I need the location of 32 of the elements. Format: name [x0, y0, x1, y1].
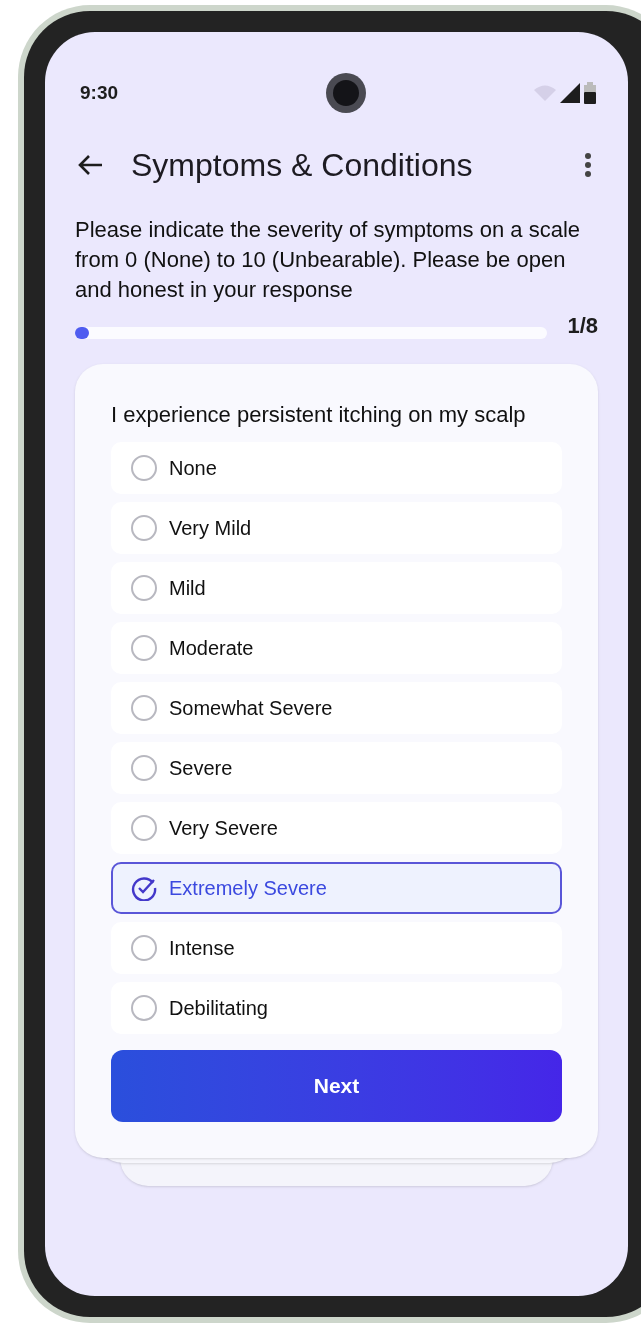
radio-icon [131, 635, 157, 661]
progress-reading: 1/8 [567, 312, 598, 340]
radio-icon [131, 575, 157, 601]
radio-icon [131, 815, 157, 841]
check-circle-icon [131, 875, 157, 901]
answer-option[interactable]: Extremely Severe [111, 862, 562, 914]
battery-icon [584, 82, 596, 104]
screen-title: Symptoms & Conditions [131, 146, 473, 185]
answer-option[interactable]: Somewhat Severe [111, 682, 562, 734]
question-text: I experience persistent itching on my scalp [111, 401, 527, 429]
radio-icon [131, 515, 157, 541]
answer-option[interactable]: Intense [111, 922, 562, 974]
radio-icon [131, 695, 157, 721]
answer-option[interactable]: Very Mild [111, 502, 562, 554]
answer-option[interactable]: Debilitating [111, 982, 562, 1034]
radio-icon [131, 455, 157, 481]
answer-option[interactable]: Mild [111, 562, 562, 614]
status-time: 9:30 [80, 80, 119, 105]
answer-option[interactable]: None [111, 442, 562, 494]
instructions-text: Please indicate the severity of symptoms on a scale from 0 (None) to 10 (Unbearable). Please be open and honest in your response [75, 216, 582, 304]
radio-icon [131, 935, 157, 961]
back-arrow-icon[interactable] [77, 154, 103, 176]
next-button[interactable]: Next [111, 1050, 562, 1122]
answer-option[interactable]: Severe [111, 742, 562, 794]
more-options-icon[interactable] [584, 152, 592, 178]
answer-option[interactable]: Very Severe [111, 802, 562, 854]
wifi-icon [534, 85, 556, 101]
radio-icon [131, 995, 157, 1021]
answer-option[interactable]: Moderate [111, 622, 562, 674]
signal-icon [560, 83, 580, 103]
radio-icon [131, 755, 157, 781]
front-camera-icon [326, 73, 366, 113]
